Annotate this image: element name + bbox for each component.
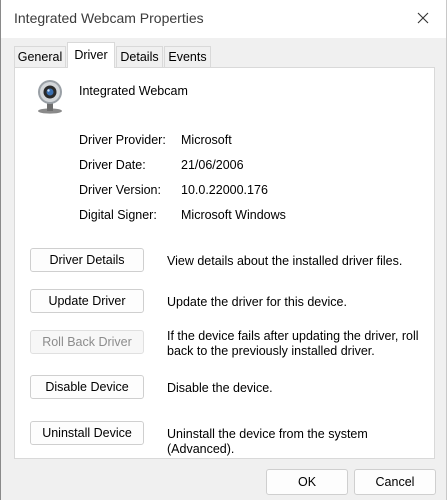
title-bar[interactable]: Integrated Webcam Properties [1, 0, 446, 38]
disable-device-description: Disable the device. [167, 381, 273, 395]
driver-details-button[interactable]: Driver Details [30, 248, 144, 272]
digital-signer-value: Microsoft Windows [181, 208, 286, 222]
window-title: Integrated Webcam Properties [14, 10, 204, 26]
roll-back-driver-button[interactable]: Roll Back Driver [30, 330, 144, 354]
digital-signer-label: Digital Signer: [79, 208, 157, 222]
properties-dialog: Integrated Webcam Properties General Dri… [0, 0, 447, 500]
close-icon [417, 12, 429, 24]
uninstall-device-description: Uninstall the device from the system (Ad… [167, 427, 368, 456]
tab-events[interactable]: Events [164, 46, 211, 68]
tab-general[interactable]: General [14, 46, 66, 68]
driver-provider-value: Microsoft [181, 133, 232, 147]
disable-device-button[interactable]: Disable Device [30, 375, 144, 399]
driver-details-description: View details about the installed driver … [167, 254, 403, 268]
tab-details[interactable]: Details [116, 46, 163, 68]
driver-tab-panel: Integrated Webcam Driver Provider: Micro… [14, 67, 435, 459]
cancel-button[interactable]: Cancel [354, 469, 436, 495]
driver-date-label: Driver Date: [79, 158, 146, 172]
ok-button[interactable]: OK [266, 469, 348, 495]
driver-provider-label: Driver Provider: [79, 133, 166, 147]
update-driver-button[interactable]: Update Driver [30, 289, 144, 313]
driver-date-value: 21/06/2006 [181, 158, 244, 172]
device-name: Integrated Webcam [79, 84, 188, 98]
driver-version-value: 10.0.22000.176 [181, 183, 268, 197]
uninstall-device-button[interactable]: Uninstall Device [30, 421, 144, 445]
driver-version-label: Driver Version: [79, 183, 161, 197]
webcam-icon [38, 80, 62, 114]
close-button[interactable] [400, 0, 446, 36]
tab-driver[interactable]: Driver [67, 42, 115, 68]
roll-back-driver-description: If the device fails after updating the d… [167, 329, 419, 358]
update-driver-description: Update the driver for this device. [167, 295, 347, 309]
